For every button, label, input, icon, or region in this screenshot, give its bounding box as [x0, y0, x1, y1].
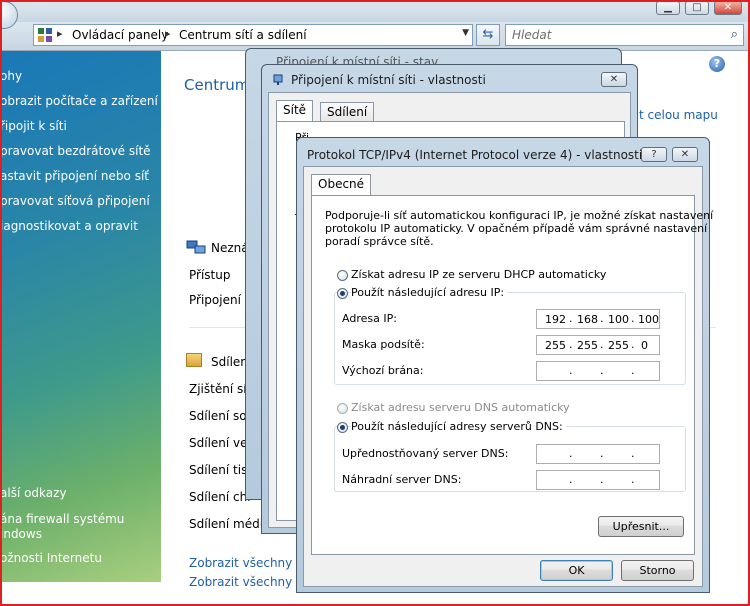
ip-octet-3: 100 [608, 313, 629, 326]
tcpip-dialog-title: Protokol TCP/IPv4 (Internet Protocol ver… [307, 148, 643, 162]
alternate-dns-label: Náhradní server DNS: [342, 473, 462, 486]
ip-address-field[interactable]: 192 . 168 . 100 . 100 [536, 309, 660, 329]
cancel-button[interactable]: Storno [621, 560, 694, 581]
search-input[interactable]: Hledat ⌕ [505, 24, 744, 46]
refresh-icon[interactable]: ⇆ [476, 24, 500, 46]
tcpip-body: Obecné Podporuje-li síť automatickou kon… [303, 166, 713, 587]
row-media-sharing: Sdílení médií [189, 517, 267, 531]
sidebar-item-view-computers[interactable]: obrazit počítače a zařízení [0, 94, 158, 108]
breadcrumb-separator-icon: ▸ [165, 27, 171, 40]
subnet-mask-field[interactable]: 255 . 255 . 255 . 0 [536, 335, 660, 355]
radio-dns-manual-label[interactable]: Použít následující adresy serverů DNS: [351, 420, 566, 433]
sidebar-item-tasks[interactable]: ohy [0, 69, 22, 83]
sidebar-see-also-title: alší odkazy [0, 486, 67, 500]
network-name: Nezná [211, 241, 249, 255]
sidebar-item-connect[interactable]: řipojit k síti [0, 119, 67, 133]
mask-dot: . [600, 338, 604, 351]
row-password-sharing: Sdílení chr [189, 490, 253, 504]
description-line-3: poradí správce sítě. [325, 235, 434, 248]
search-placeholder: Hledat [512, 28, 552, 42]
mask-octet-4: 0 [641, 339, 648, 352]
ip-dot: . [600, 312, 604, 325]
sidebar-link-firewall[interactable]: ána firewall systému [0, 512, 124, 526]
chevron-down-icon[interactable]: ▼ [462, 28, 469, 38]
sidebar-link-firewall-2[interactable]: indows [0, 527, 42, 541]
dns-dot: . [600, 447, 604, 460]
mask-dot: . [569, 338, 573, 351]
default-gateway-label: Výchozí brána: [342, 364, 424, 377]
ip-octet-4: 100 [638, 313, 659, 326]
dns-dot: . [600, 473, 604, 486]
view-full-map-link[interactable]: t celou mapu [639, 108, 718, 122]
radio-ip-manual-label[interactable]: Použít následující adresu IP: [351, 286, 508, 299]
mask-dot: . [631, 338, 635, 351]
show-all-shared-folders-link[interactable]: Zobrazit všechny sdí [189, 575, 313, 589]
sharing-section-title: Sdílen [211, 355, 248, 369]
tab-general[interactable]: Obecné [311, 174, 372, 196]
close-window-button[interactable]: ✕ [714, 1, 742, 15]
gw-dot: . [569, 364, 573, 377]
description-line-1: Podporuje-li síť automatickou konfigurac… [325, 209, 714, 222]
ip-address-label: Adresa IP: [342, 312, 397, 325]
radio-ip-auto[interactable] [337, 270, 348, 281]
row-connection: Připojení [189, 293, 241, 307]
ok-button[interactable]: OK [540, 560, 613, 581]
page-title: Centrum [184, 76, 250, 94]
radio-ip-auto-label[interactable]: Získat adresu IP ze serveru DHCP automat… [351, 268, 606, 281]
default-gateway-field[interactable]: . . . [536, 361, 660, 381]
network-icon [186, 240, 206, 254]
general-panel: Podporuje-li síť automatickou konfigurac… [311, 195, 713, 555]
radio-dns-auto-label[interactable]: Získat adresu serveru DNS automaticky [351, 401, 570, 414]
gw-dot: . [600, 364, 604, 377]
ip-octet-2: 168 [577, 313, 598, 326]
preferred-dns-field[interactable]: . . . [536, 444, 660, 464]
window-title-bar [0, 0, 750, 22]
help-icon[interactable]: ? [709, 56, 725, 72]
dns-dot: . [631, 473, 635, 486]
sidebar-item-setup-connection[interactable]: astavit připojení nebo síť [0, 169, 149, 183]
dns-dot: . [569, 447, 573, 460]
search-icon[interactable]: ⌕ [731, 27, 738, 42]
radio-ip-manual[interactable] [337, 288, 348, 299]
show-all-shares-link[interactable]: Zobrazit všechny so [189, 556, 310, 570]
breadcrumb-separator-icon: ▸ [57, 27, 63, 40]
mask-octet-2: 255 [577, 339, 598, 352]
sidebar-link-internet-options[interactable]: ožnosti Internetu [0, 551, 102, 565]
maximize-button[interactable]: □ [685, 1, 709, 15]
alternate-dns-field[interactable]: . . . [536, 470, 660, 490]
dns-dot: . [631, 447, 635, 460]
subnet-mask-label: Maska podsítě: [342, 338, 425, 351]
properties-dialog-title: Připojení k místní síti - vlastnosti [291, 73, 486, 87]
ip-octet-1: 192 [545, 313, 566, 326]
breadcrumb-control-panel[interactable]: Ovládací panely [72, 28, 168, 42]
ip-dot: . [631, 312, 635, 325]
connection-icon [272, 74, 284, 89]
tcpip-properties-dialog[interactable]: Protokol TCP/IPv4 (Internet Protocol ver… [296, 137, 713, 593]
row-access: Přístup [189, 268, 231, 282]
gw-dot: . [631, 364, 635, 377]
description-line-2: protokolu IP automaticky. V opačném příp… [325, 222, 708, 235]
close-icon[interactable]: ✕ [672, 147, 698, 162]
control-panel-icon [37, 27, 53, 46]
close-icon[interactable]: ✕ [601, 72, 627, 87]
tab-networking[interactable]: Sítě [276, 100, 314, 122]
address-bar[interactable]: ▸ Ovládací panely ▸ Centrum sítí a sdíle… [33, 24, 473, 46]
sidebar-item-diagnose[interactable]: iagnostikovat a opravit [0, 219, 138, 233]
minimize-button[interactable]: ▁ [656, 1, 680, 15]
row-public-sharing: Sdílení veř [189, 436, 253, 450]
tab-sharing[interactable]: Sdílení [320, 102, 375, 122]
radio-dns-manual[interactable] [337, 422, 348, 433]
sidebar-item-manage-connections[interactable]: pravovat síťová připojení [0, 194, 150, 208]
preferred-dns-label: Upřednostňovaný server DNS: [342, 447, 509, 460]
help-button[interactable]: ? [641, 147, 667, 162]
mask-octet-1: 255 [545, 339, 566, 352]
radio-dns-auto[interactable] [337, 403, 348, 414]
breadcrumb-network-center[interactable]: Centrum sítí a sdílení [179, 28, 307, 42]
sharing-icon [186, 353, 202, 367]
advanced-button[interactable]: Upřesnit... [598, 516, 684, 537]
sidebar-item-wireless[interactable]: pravovat bezdrátové sítě [0, 144, 151, 158]
ip-dot: . [569, 312, 573, 325]
mask-octet-3: 255 [608, 339, 629, 352]
dns-dot: . [569, 473, 573, 486]
